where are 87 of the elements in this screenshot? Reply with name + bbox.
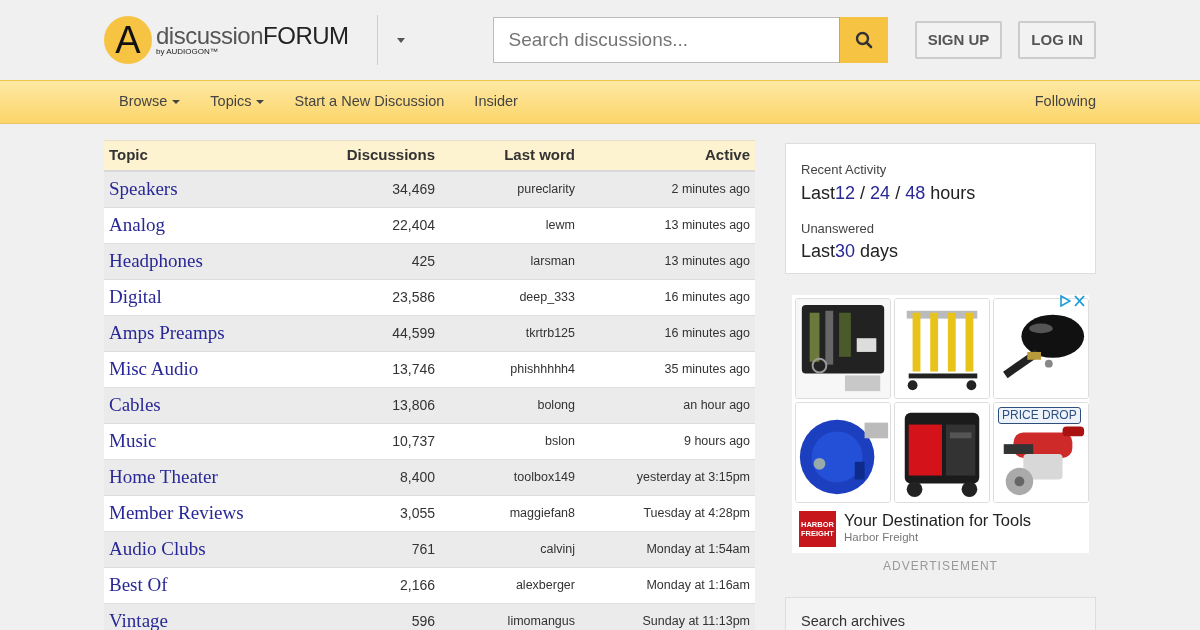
activity-link[interactable]: 12 — [835, 182, 856, 203]
activity-label: Unanswered — [801, 219, 875, 238]
column-header: Last word — [503, 145, 576, 166]
topic-link[interactable]: Cables — [109, 394, 161, 416]
table-cell-text: 16 minutes ago — [663, 290, 751, 305]
topic-link[interactable]: Music — [109, 430, 157, 452]
logo-wordmark[interactable]: discussionFORUM — [156, 24, 349, 48]
activity-text: Last — [801, 182, 836, 203]
log-in-button[interactable]: LOG IN — [1018, 20, 1096, 60]
table-cell-text: 761 — [410, 541, 436, 558]
table-cell-text: larsman — [529, 254, 576, 269]
table-cell-text: deep_333 — [518, 290, 576, 305]
table-cell-text: pureclarity — [516, 182, 576, 197]
topic-link[interactable]: Home Theater — [109, 466, 218, 488]
ad-label: ADVERTISEMENT — [882, 558, 999, 575]
topic-link[interactable]: Misc Audio — [109, 358, 199, 380]
archive-search-panel[interactable]: Search archives — [785, 597, 1096, 630]
table-cell-text: 425 — [410, 253, 436, 270]
advertiser-name: Harbor Freight — [844, 530, 920, 546]
activity-label: Recent Activity — [801, 161, 888, 179]
table-cell-text: yesterday at 3:15pm — [635, 470, 751, 485]
table-cell-text: 16 minutes ago — [663, 326, 751, 341]
activity-text: Last — [801, 241, 836, 261]
activity-link[interactable]: 48 — [905, 182, 926, 203]
table-cell-text: Monday at 1:16am — [645, 578, 751, 593]
topic-link[interactable]: Best Of — [109, 574, 168, 596]
search-icon — [854, 31, 873, 49]
table-cell-text: toolbox149 — [512, 470, 576, 485]
separator: / — [895, 182, 901, 203]
table-cell-text: bslon — [544, 434, 576, 449]
table-cell-text: 8,400 — [398, 469, 436, 486]
table-cell-text: 9 hours ago — [682, 434, 751, 449]
topic-link[interactable]: Digital — [109, 286, 162, 308]
table-cell-text: 23,586 — [391, 289, 436, 306]
table-cell-text: bolong — [536, 398, 576, 413]
table-cell-text: 44,599 — [391, 325, 436, 342]
table-cell-text: calvinj — [539, 542, 576, 557]
search-field[interactable]: Search discussions... — [492, 17, 839, 63]
topic-link[interactable]: Headphones — [109, 250, 203, 272]
table-cell-text: 35 minutes ago — [663, 362, 751, 377]
nav-link[interactable]: Topics — [210, 91, 265, 113]
activity-link[interactable]: 30 — [835, 241, 856, 261]
table-cell-text: limomangus — [506, 614, 576, 629]
activity-text: hours — [930, 182, 976, 203]
column-header: Topic — [108, 145, 149, 166]
logo-byline: by AUDIOGON™ — [156, 48, 219, 56]
table-cell-text: 2,166 — [398, 577, 436, 594]
column-header: Active — [703, 145, 751, 166]
nav-link[interactable]: Browse — [119, 91, 181, 113]
table-cell-text: 3,055 — [398, 505, 436, 522]
nav-link[interactable]: Following — [1034, 91, 1096, 113]
table-cell-text: alexberger — [514, 578, 576, 593]
table-cell-text: Monday at 1:54am — [645, 542, 751, 557]
activity-text: days — [860, 241, 899, 261]
table-cell-text: tkrtrb125 — [524, 326, 576, 341]
nav-link[interactable]: Start a New Discussion — [294, 91, 445, 113]
table-cell-text: Sunday at 11:13pm — [641, 614, 751, 629]
table-cell-text: 13 minutes ago — [663, 218, 751, 233]
table-cell-text: maggiefan8 — [508, 506, 576, 521]
table-cell-text: 2 minutes ago — [670, 182, 751, 197]
logo-mark[interactable]: A — [104, 16, 152, 64]
column-header: Discussions — [345, 145, 436, 166]
table-cell-text: Tuesday at 4:28pm — [642, 506, 751, 521]
table-cell-text: 34,469 — [391, 181, 436, 198]
table-cell-text: an hour ago — [682, 398, 751, 413]
table-cell-text: lewm — [544, 218, 576, 233]
topic-link[interactable]: Amps Preamps — [109, 322, 225, 344]
table-cell-text: 13,806 — [391, 397, 436, 414]
price-badge: PRICE DROP — [998, 407, 1081, 424]
search-button[interactable] — [838, 17, 888, 63]
ad-choices-icon[interactable] — [1059, 295, 1071, 307]
nav-link[interactable]: Insider — [474, 91, 518, 113]
table-cell-text: 13,746 — [391, 361, 436, 378]
ad-headline[interactable]: Your Destination for Tools — [844, 511, 1032, 530]
table-cell-text: 13 minutes ago — [663, 254, 751, 269]
topic-link[interactable]: Member Reviews — [109, 502, 244, 524]
table-cell-text: phishhhhh4 — [509, 362, 576, 377]
separator: / — [860, 182, 866, 203]
sign-up-button[interactable]: SIGN UP — [914, 20, 1003, 60]
table-cell-text: 596 — [410, 613, 436, 630]
table-cell-text: 22,404 — [391, 217, 436, 234]
table-cell-text: 10,737 — [391, 433, 436, 450]
topic-link[interactable]: Speakers — [109, 178, 178, 200]
topic-link[interactable]: Audio Clubs — [109, 538, 206, 560]
topic-link[interactable]: Analog — [109, 214, 165, 236]
close-icon[interactable] — [1074, 295, 1085, 307]
activity-link[interactable]: 24 — [870, 182, 891, 203]
